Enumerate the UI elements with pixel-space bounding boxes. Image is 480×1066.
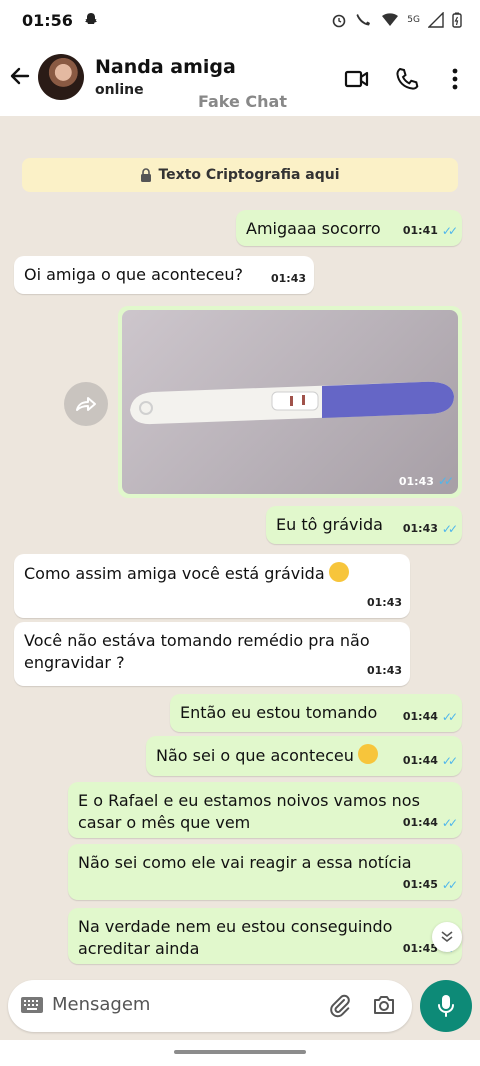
- message-incoming[interactable]: Você não estáva tomando remédio pra não …: [14, 622, 410, 686]
- signal-icon: [428, 12, 444, 28]
- pregnancy-test-photo[interactable]: 01:43 ✓✓: [122, 310, 458, 494]
- back-arrow-icon[interactable]: [8, 64, 32, 88]
- contact-name[interactable]: Nanda amiga: [95, 56, 236, 78]
- banner-text: Texto Criptografia aqui: [158, 167, 340, 183]
- message-text: Amigaaa socorro: [246, 219, 381, 238]
- message-time: 01:41: [402, 224, 438, 237]
- read-receipt-icon: ✓✓: [441, 878, 458, 892]
- phone-icon[interactable]: [394, 66, 420, 92]
- microphone-icon: [438, 995, 454, 1017]
- chat-header: Nanda amiga online Fake Chat: [0, 40, 480, 116]
- message-time: 01:43: [366, 664, 402, 677]
- wifi-icon: [382, 13, 399, 26]
- message-incoming[interactable]: Oi amiga o que aconteceu? 01:43: [14, 256, 314, 294]
- avatar[interactable]: [38, 54, 84, 100]
- message-outgoing[interactable]: Não sei o que aconteceu 01:44 ✓✓: [146, 736, 462, 776]
- message-time: 01:44: [402, 816, 438, 829]
- camera-icon[interactable]: [372, 994, 396, 1016]
- encryption-banner[interactable]: Texto Criptografia aqui: [22, 158, 458, 192]
- status-bar: 01:56 5G: [0, 0, 480, 40]
- message-time: 01:44: [402, 710, 438, 723]
- message-time: 01:43: [398, 474, 434, 488]
- read-receipt-icon: ✓✓: [441, 710, 458, 724]
- forward-icon: [76, 397, 96, 411]
- message-placeholder: Mensagem: [52, 994, 151, 1015]
- status-time: 01:56: [22, 10, 73, 30]
- message-input[interactable]: Mensagem: [8, 980, 412, 1032]
- message-text: Na verdade nem eu estou conseguindo acre…: [78, 917, 393, 958]
- message-time: 01:44: [402, 754, 438, 767]
- message-incoming[interactable]: Como assim amiga você está grávida 01:43: [14, 554, 410, 618]
- keyboard-icon[interactable]: [20, 996, 44, 1014]
- voice-message-button[interactable]: [420, 980, 472, 1032]
- message-outgoing[interactable]: Na verdade nem eu estou conseguindo acre…: [68, 908, 462, 964]
- video-call-icon[interactable]: [344, 66, 370, 92]
- read-receipt-icon: ✓✓: [441, 754, 458, 768]
- home-indicator[interactable]: [174, 1050, 306, 1054]
- message-outgoing[interactable]: Então eu estou tomando 01:44 ✓✓: [170, 694, 462, 732]
- scroll-to-bottom-button[interactable]: [432, 922, 462, 952]
- pregnancy-test-illustration: [130, 381, 454, 425]
- message-time: 01:45: [402, 878, 438, 891]
- message-text: Como assim amiga você está grávida: [24, 564, 325, 583]
- watermark-label: Fake Chat: [198, 92, 287, 111]
- read-receipt-icon: ✓✓: [441, 224, 458, 238]
- message-outgoing[interactable]: Não sei como ele vai reagir a essa notíc…: [68, 844, 462, 900]
- message-time: 01:43: [270, 272, 306, 285]
- message-text: Então eu estou tomando: [180, 703, 378, 722]
- double-chevron-down-icon: [441, 931, 453, 943]
- fearful-face-icon: [328, 562, 349, 582]
- lock-icon: [141, 168, 152, 182]
- network-label: 5G: [407, 15, 420, 25]
- message-text: Oi amiga o que aconteceu?: [24, 265, 244, 284]
- message-text: Eu tô grávida: [276, 515, 383, 534]
- message-text: Não sei como ele vai reagir a essa notíc…: [78, 853, 412, 872]
- chat-area[interactable]: Texto Criptografia aqui Amigaaa socorro …: [0, 116, 480, 976]
- wifi-call-icon: [356, 14, 371, 26]
- message-image-outgoing[interactable]: 01:43 ✓✓: [118, 306, 462, 498]
- attach-icon[interactable]: [328, 994, 352, 1018]
- more-options-icon[interactable]: [442, 66, 468, 92]
- battery-icon: [452, 12, 462, 28]
- message-outgoing[interactable]: E o Rafael e eu estamos noivos vamos nos…: [68, 782, 462, 838]
- message-outgoing[interactable]: Amigaaa socorro 01:41 ✓✓: [236, 210, 462, 246]
- message-time: 01:43: [402, 522, 438, 535]
- message-text: Você não estáva tomando remédio pra não …: [24, 631, 370, 672]
- message-time: 01:43: [366, 596, 402, 609]
- read-receipt-icon: ✓✓: [441, 816, 458, 830]
- confused-face-icon: [357, 744, 378, 764]
- contact-status: online: [95, 82, 144, 98]
- message-outgoing[interactable]: Eu tô grávida 01:43 ✓✓: [266, 506, 462, 544]
- read-receipt-icon: ✓✓: [441, 522, 458, 536]
- message-text: E o Rafael e eu estamos noivos vamos nos…: [78, 791, 420, 832]
- snapchat-icon: [84, 13, 97, 24]
- read-receipt-icon: ✓✓: [437, 474, 454, 488]
- forward-button[interactable]: [64, 382, 108, 426]
- message-text: Não sei o que aconteceu: [156, 746, 354, 765]
- alarm-icon: [332, 14, 346, 28]
